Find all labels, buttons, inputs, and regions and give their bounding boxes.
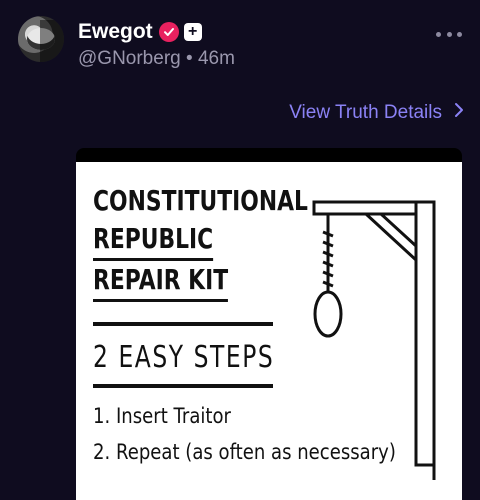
post-header: Ewegot + @GNorberg • 46m <box>18 16 468 70</box>
display-name[interactable]: Ewegot <box>78 20 153 44</box>
steps-title: 2 EASY STEPS <box>93 340 275 375</box>
divider <box>93 322 273 326</box>
post-time: 46m <box>197 48 235 69</box>
post-media[interactable]: CONSTITUTIONAL REPUBLIC REPAIR KIT 2 EAS… <box>76 148 462 500</box>
gallows-noose-illustration <box>312 200 436 480</box>
avatar[interactable] <box>18 16 64 62</box>
poster-title-line: CONSTITUTIONAL <box>93 184 308 217</box>
more-horizontal-icon[interactable] <box>436 32 462 42</box>
verified-badge-icon <box>158 22 179 42</box>
step-one: 1. Insert Traitor <box>93 404 231 428</box>
plus-badge: + <box>183 23 202 41</box>
handle[interactable]: @GNorberg <box>78 48 181 69</box>
poster-title-line: REPAIR KIT <box>93 261 229 302</box>
view-truth-details-link[interactable]: View Truth Details <box>289 102 464 124</box>
poster-title-line: REPUBLIC <box>93 220 214 261</box>
view-details-label: View Truth Details <box>289 102 442 123</box>
chevron-right-icon <box>454 102 464 124</box>
meta-separator: • <box>186 48 193 69</box>
name-row: Ewegot + <box>78 20 202 44</box>
divider <box>93 384 273 388</box>
post-meta: @GNorberg • 46m <box>78 48 235 70</box>
poster-title: CONSTITUTIONAL REPUBLIC REPAIR KIT <box>93 182 308 302</box>
avatar-shade <box>40 20 64 62</box>
meme-image: CONSTITUTIONAL REPUBLIC REPAIR KIT 2 EAS… <box>76 162 462 500</box>
